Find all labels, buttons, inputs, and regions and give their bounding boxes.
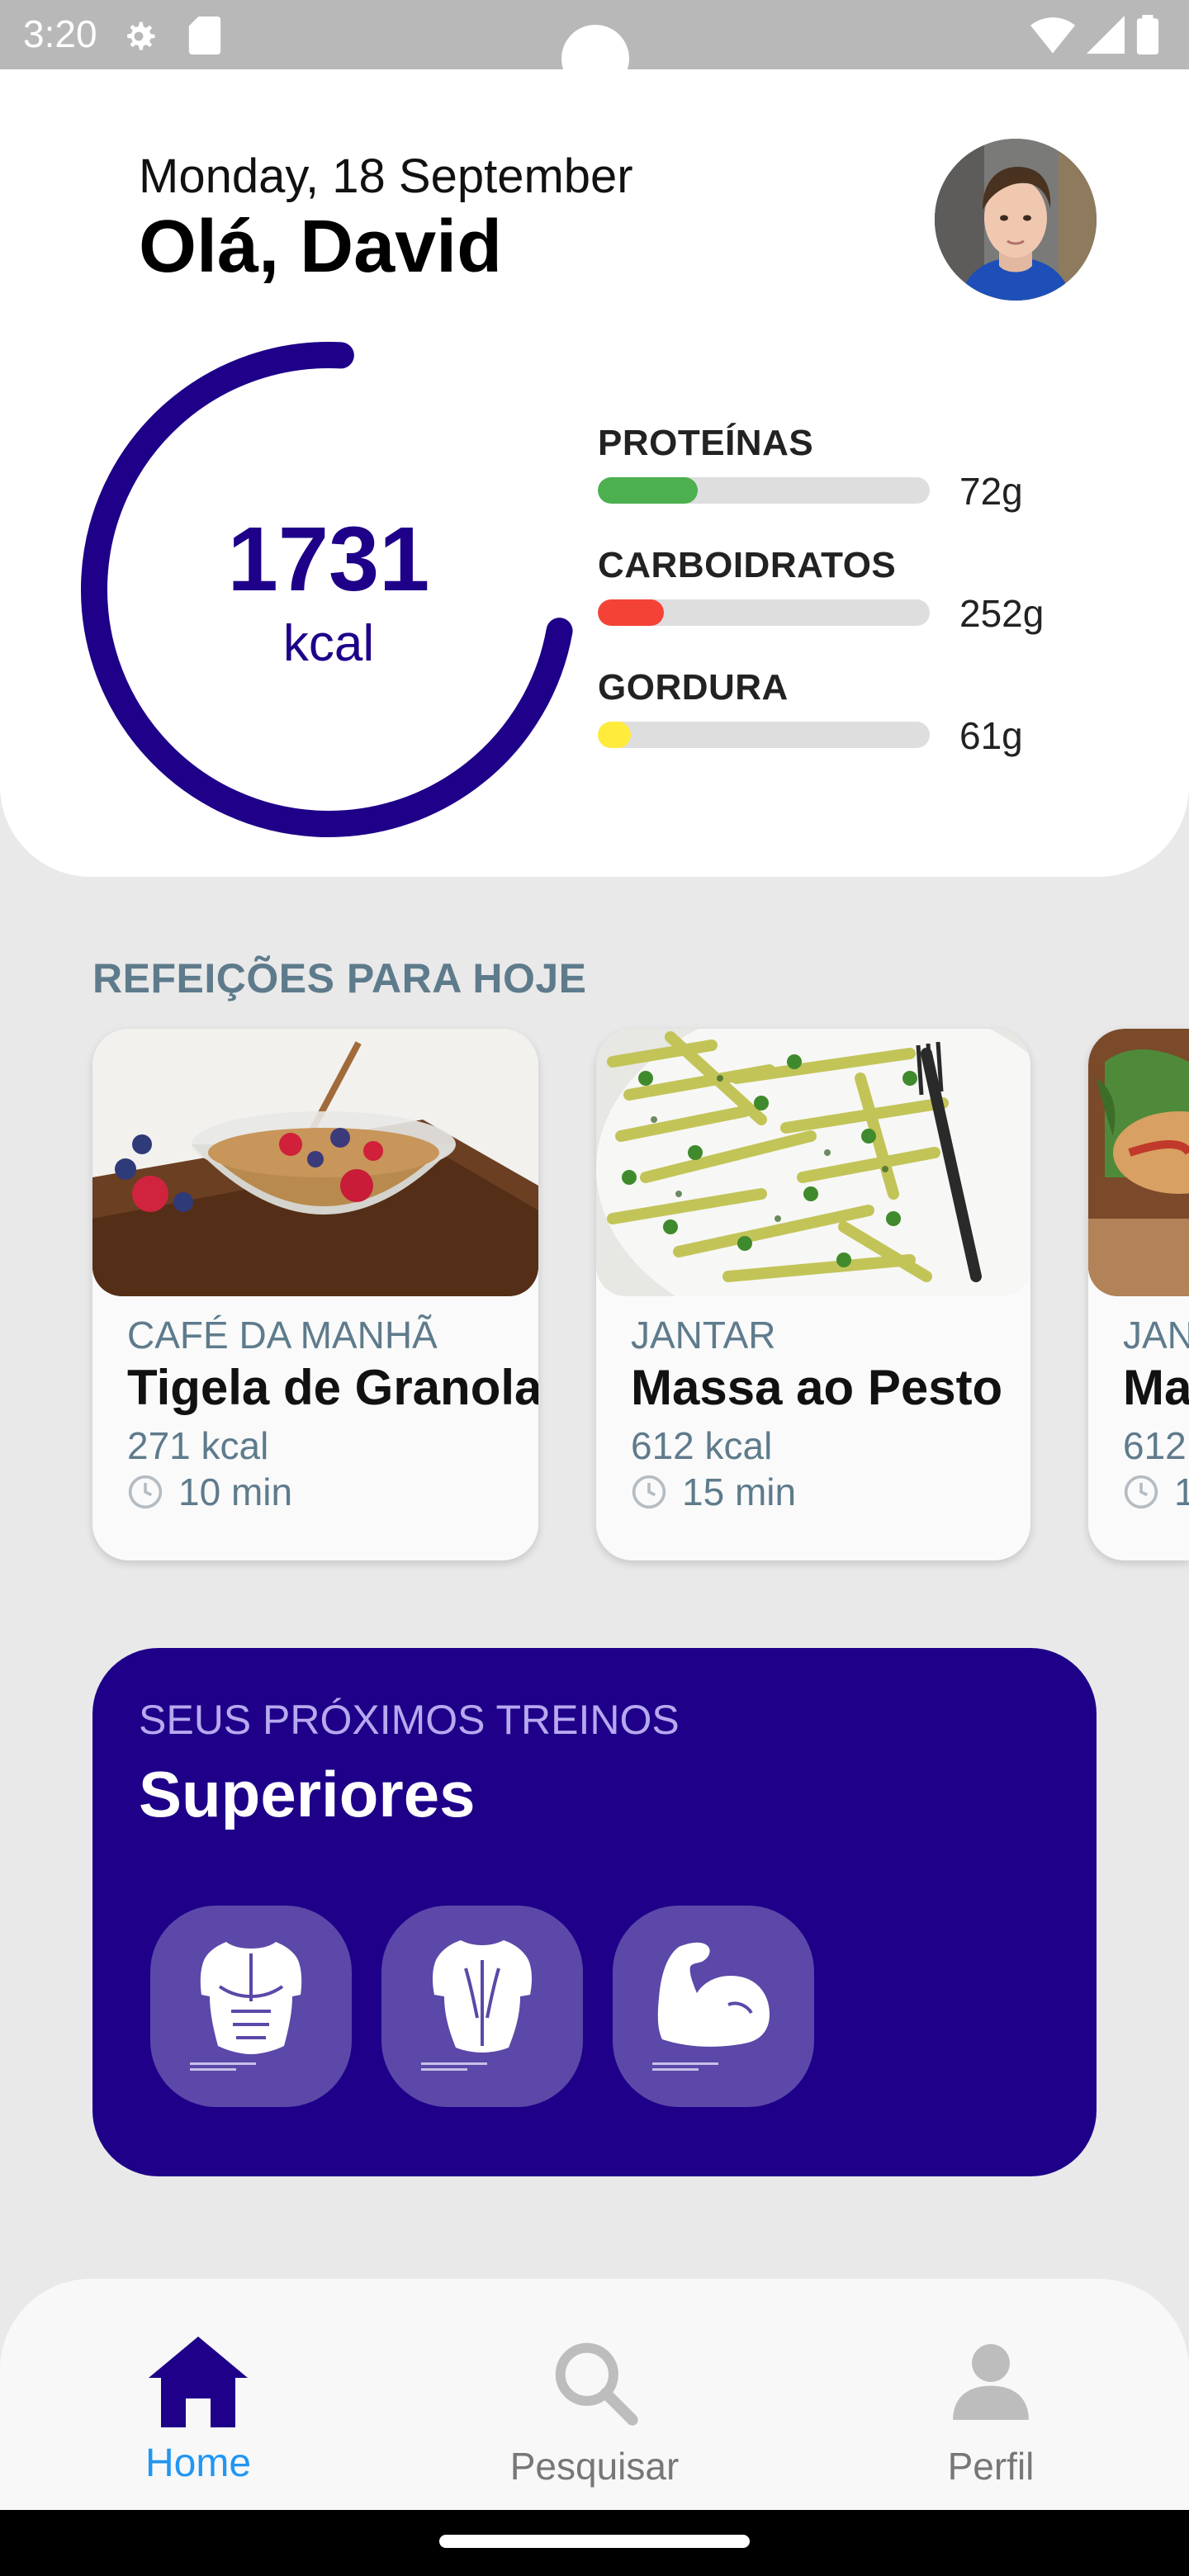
bottom-navigation: Home Pesquisar Perfil bbox=[0, 2279, 1189, 2510]
meal-image bbox=[596, 1029, 1030, 1296]
wifi-icon bbox=[1030, 17, 1075, 54]
nav-search-label: Pesquisar bbox=[509, 2445, 680, 2488]
icon-credit bbox=[421, 2062, 545, 2072]
chest-icon bbox=[200, 1942, 302, 2054]
back-icon bbox=[433, 1940, 532, 2053]
home-gesture-handle[interactable] bbox=[439, 2535, 750, 2548]
workout-tile-biceps[interactable] bbox=[613, 1906, 814, 2107]
macro-label: CARBOIDRATOS bbox=[598, 545, 897, 585]
macro-proteins: PROTEÍNAS 72g bbox=[598, 423, 1110, 530]
meal-time: 10 min bbox=[127, 1470, 292, 1514]
nav-home[interactable]: Home bbox=[0, 2279, 396, 2510]
nav-profile-label: Perfil bbox=[947, 2445, 1035, 2488]
status-bar: 3:20 bbox=[0, 0, 1189, 92]
meal-type: CAFÉ DA MANHÃ bbox=[127, 1314, 438, 1357]
macro-carbs: CARBOIDRATOS 252g bbox=[598, 545, 1110, 652]
clock-icon bbox=[1124, 1475, 1158, 1509]
calorie-unit: kcal bbox=[282, 615, 375, 672]
clock-icon bbox=[128, 1475, 163, 1509]
meal-image bbox=[92, 1029, 538, 1296]
meal-name: Tigela de Granola bbox=[127, 1360, 538, 1415]
meal-kcal: 271 kcal bbox=[127, 1424, 269, 1467]
summary-card: Monday, 18 September Olá, David 1731 kca… bbox=[0, 69, 1189, 877]
workout-tile-back[interactable] bbox=[381, 1906, 583, 2107]
macro-amount: 61g bbox=[959, 714, 1023, 757]
macro-track bbox=[598, 477, 930, 504]
macro-fat: GORDURA 61g bbox=[598, 667, 1110, 774]
icon-credit bbox=[652, 2062, 776, 2072]
meal-kcal: 612 kcal bbox=[631, 1424, 773, 1467]
nav-home-label: Home bbox=[144, 2441, 252, 2485]
nav-profile[interactable]: Perfil bbox=[793, 2279, 1189, 2510]
meal-card-pesto[interactable]: JANTAR Massa ao Pesto 612 kcal 15 min bbox=[596, 1029, 1030, 1560]
clock-icon bbox=[632, 1475, 666, 1509]
sd-card-icon bbox=[188, 17, 221, 54]
status-icons bbox=[1030, 15, 1159, 54]
meals-section-title: REFEIÇÕES PARA HOJE bbox=[92, 955, 587, 1002]
system-navigation-bar bbox=[0, 2510, 1189, 2576]
macro-label: GORDURA bbox=[598, 667, 789, 708]
calorie-value: 1731 bbox=[227, 509, 430, 610]
meal-kcal: 612 bbox=[1123, 1424, 1187, 1467]
meal-type: JANTAR bbox=[631, 1314, 776, 1357]
profile-photo bbox=[935, 139, 1097, 301]
search-icon bbox=[555, 2342, 638, 2426]
meal-time-value: 10 min bbox=[178, 1470, 293, 1513]
meal-name: Ma bbox=[1123, 1360, 1189, 1415]
person-icon bbox=[953, 2344, 1029, 2420]
meal-type: JAN bbox=[1123, 1314, 1189, 1357]
macro-label: PROTEÍNAS bbox=[598, 423, 814, 463]
battery-icon bbox=[1136, 15, 1159, 54]
avatar[interactable] bbox=[935, 139, 1097, 301]
home-icon bbox=[149, 2337, 248, 2427]
nav-search[interactable]: Pesquisar bbox=[396, 2279, 793, 2510]
meal-card-partial[interactable]: JAN Ma 612 1 bbox=[1088, 1029, 1189, 1560]
macro-amount: 72g bbox=[959, 470, 1023, 513]
workout-title: Superiores bbox=[139, 1758, 476, 1830]
workout-tile-chest[interactable] bbox=[150, 1906, 352, 2107]
icon-credit bbox=[190, 2062, 314, 2072]
workouts-label: SEUS PRÓXIMOS TREINOS bbox=[139, 1697, 680, 1743]
settings-status-icon bbox=[127, 21, 155, 50]
meal-time-value: 15 min bbox=[682, 1470, 797, 1513]
workouts-card[interactable]: SEUS PRÓXIMOS TREINOS Superiores bbox=[92, 1648, 1097, 2176]
macro-amount: 252g bbox=[959, 592, 1045, 635]
macro-track bbox=[598, 599, 930, 626]
biceps-icon bbox=[657, 1942, 770, 2047]
meal-card-granola[interactable]: CAFÉ DA MANHÃ Tigela de Granola 271 kcal… bbox=[92, 1029, 538, 1560]
macro-track bbox=[598, 722, 930, 748]
meal-time: 1 bbox=[1123, 1470, 1189, 1514]
greeting: Olá, David bbox=[139, 206, 503, 288]
macro-bar bbox=[598, 477, 698, 504]
macro-bar bbox=[598, 722, 632, 748]
meal-image bbox=[1088, 1029, 1189, 1296]
macro-bar bbox=[598, 599, 665, 626]
status-time: 3:20 bbox=[23, 12, 97, 55]
meal-time: 15 min bbox=[631, 1470, 796, 1514]
current-date: Monday, 18 September bbox=[139, 149, 633, 203]
signal-icon bbox=[1087, 16, 1125, 54]
meal-time-value: 1 bbox=[1174, 1470, 1189, 1513]
meal-name: Massa ao Pesto bbox=[631, 1360, 1003, 1415]
